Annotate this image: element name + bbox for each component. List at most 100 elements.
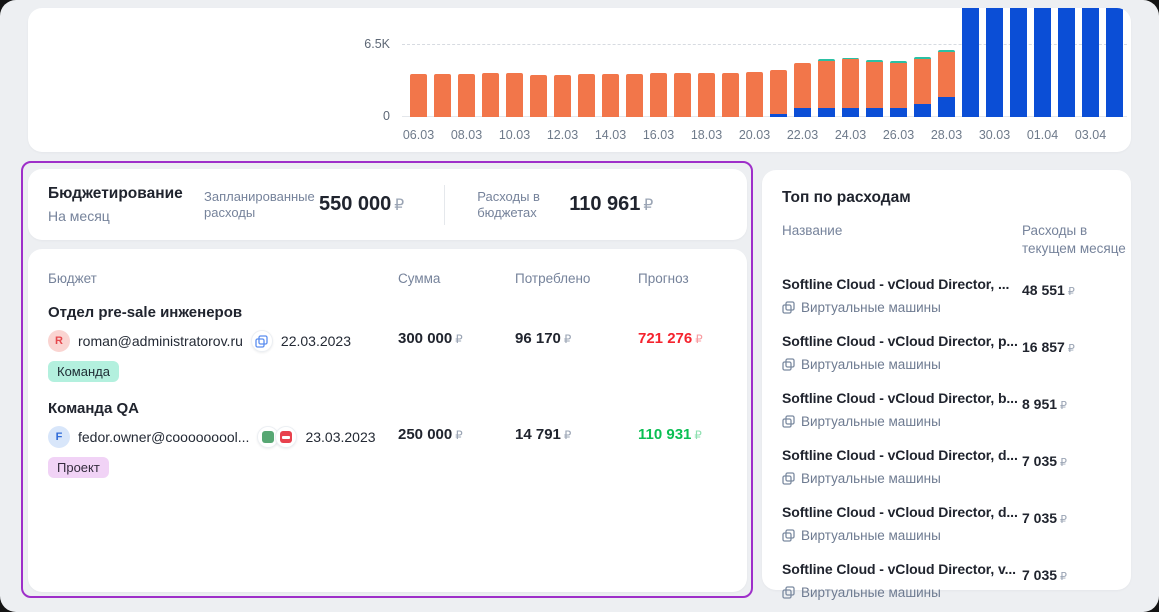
budget-forecast: 721 276₽	[638, 330, 727, 382]
chart-bar	[1058, 8, 1075, 117]
chart-bar	[866, 60, 883, 117]
y-axis-tick-zero: 0	[346, 109, 390, 123]
chart-bar	[1106, 8, 1123, 117]
amount-number: 16 857	[1022, 339, 1065, 355]
service-subtitle: Виртуальные машины	[782, 357, 1022, 372]
budgets-table-card: Бюджет Сумма Потреблено Прогноз Отдел pr…	[28, 249, 747, 592]
top-expenses-header: Название Расходы в текущем месяце	[782, 222, 1111, 258]
x-axis-tick: 12.03	[539, 128, 587, 142]
budgeting-title: Бюджетирование	[48, 185, 198, 203]
chart-bar-segment-blue	[914, 104, 931, 117]
service-name: Softline Cloud - vCloud Director, p...	[782, 332, 1022, 351]
ruble-sign: ₽	[564, 429, 571, 442]
chart-bar	[602, 74, 619, 117]
budget-date: 23.03.2023	[305, 429, 375, 445]
top-expense-row[interactable]: Softline Cloud - vCloud Director, b...Ви…	[782, 389, 1111, 429]
budget-name: Команда QA	[48, 399, 398, 419]
top-expense-main: Softline Cloud - vCloud Director, d...Ви…	[782, 446, 1022, 486]
copy-icon[interactable]	[251, 330, 273, 352]
top-expense-row[interactable]: Softline Cloud - vCloud Director, p... Ви…	[782, 332, 1111, 372]
service-month-expense: 7 035₽	[1022, 510, 1111, 543]
chart-bar	[1082, 8, 1099, 117]
top-expense-row[interactable]: Softline Cloud - vCloud Director, d...Ви…	[782, 503, 1111, 543]
budget-row[interactable]: Команда QAFfedor.owner@cooooooool...23.0…	[48, 399, 727, 478]
ruble-sign: ₽	[394, 197, 404, 214]
top-expense-main: Softline Cloud - vCloud Director, ...Вир…	[782, 275, 1022, 315]
chart-bar-segment-orange	[698, 73, 715, 117]
x-axis-tick: 28.03	[923, 128, 971, 142]
amount-number: 7 035	[1022, 510, 1057, 526]
ruble-sign: ₽	[643, 197, 653, 214]
amount-number: 250 000	[398, 426, 452, 443]
col-header-forecast: Прогноз	[638, 271, 727, 286]
service-subtitle: Виртуальные машины	[782, 300, 1022, 315]
chart-bar-segment-blue	[818, 108, 835, 117]
budget-tag[interactable]: Команда	[48, 361, 119, 382]
service-name: Softline Cloud - vCloud Director, d...	[782, 446, 1022, 465]
planned-expenses-label: Запланированные расходы	[204, 189, 309, 221]
chart-bar	[1010, 8, 1027, 117]
amount-number: 14 791	[515, 426, 561, 443]
amount-number: 7 035	[1022, 453, 1057, 469]
budget-amount: 300 000₽	[398, 330, 515, 382]
col-header-month-expenses: Расходы в текущем месяце	[1022, 222, 1140, 258]
top-expense-row[interactable]: Softline Cloud - vCloud Director, v...Ви…	[782, 560, 1111, 600]
budget-consumed: 96 170₽	[515, 330, 638, 382]
chart-bar	[626, 74, 643, 117]
budget-row[interactable]: Отдел pre-sale инженеровRroman@administr…	[48, 303, 727, 382]
chart-bar	[650, 73, 667, 117]
budget-tag[interactable]: Проект	[48, 457, 109, 478]
top-expense-row[interactable]: Softline Cloud - vCloud Director, ...Вир…	[782, 275, 1111, 315]
service-month-expense: 7 035₽	[1022, 567, 1111, 600]
x-axis-tick: 20.03	[731, 128, 779, 142]
service-subtitle: Виртуальные машины	[782, 414, 1022, 429]
chart-bar-segment-orange	[602, 74, 619, 117]
budgeting-period[interactable]: На месяц	[48, 208, 198, 224]
col-header-budget: Бюджет	[48, 271, 398, 286]
x-axis-tick: 01.04	[1019, 128, 1067, 142]
budgets-table-body: Отдел pre-sale инженеровRroman@administr…	[48, 303, 727, 478]
chart-plot: 06.0308.0310.0312.0314.0316.0318.0320.03…	[410, 8, 1131, 152]
top-expense-row[interactable]: Softline Cloud - vCloud Director, d...Ви…	[782, 446, 1111, 486]
x-axis-tick: 30.03	[971, 128, 1019, 142]
chart-bar-segment-orange	[722, 73, 739, 117]
chart-bar-segment-blue	[1106, 8, 1123, 117]
chart-bar-segment-orange	[650, 73, 667, 117]
chart-bar	[938, 50, 955, 117]
chart-bar	[914, 57, 931, 117]
budgets-table-header: Бюджет Сумма Потреблено Прогноз	[48, 271, 727, 286]
amount-number: 96 170	[515, 330, 561, 347]
chart-bar	[962, 8, 979, 117]
chart-bar-segment-orange	[506, 73, 523, 117]
chart-bar-segment-orange	[554, 75, 571, 117]
y-axis-tick-65k: 6.5K	[346, 37, 390, 51]
chart-bar-segment-orange	[458, 74, 475, 117]
chart-bar-segment-blue	[842, 108, 859, 117]
budget-amount: 250 000₽	[398, 426, 515, 478]
col-header-amount: Сумма	[398, 271, 515, 286]
col-header-name: Название	[782, 222, 1022, 258]
budget-tagline: Команда	[48, 361, 398, 382]
top-expenses-title: Топ по расходам	[782, 189, 1111, 207]
chart-bar	[1034, 8, 1051, 117]
service-type-label: Виртуальные машины	[801, 528, 941, 543]
ruble-sign: ₽	[694, 429, 701, 442]
ruble-sign: ₽	[1060, 571, 1067, 583]
chart-bar	[770, 70, 787, 117]
ruble-sign: ₽	[1068, 286, 1075, 298]
x-axis-tick: 10.03	[491, 128, 539, 142]
chart-bar	[482, 73, 499, 117]
ruble-sign: ₽	[564, 333, 571, 346]
amount-number: 300 000	[398, 330, 452, 347]
chart-bar-segment-blue	[1010, 8, 1027, 117]
ruble-sign: ₽	[455, 333, 462, 346]
chart-bar-segment-orange	[674, 73, 691, 117]
service-subtitle: Виртуальные машины	[782, 585, 1022, 600]
col-header-consumed: Потреблено	[515, 271, 638, 286]
amount-number: 110 931	[638, 426, 691, 443]
openstack-icon[interactable]	[275, 426, 297, 448]
expenses-chart-card: 6.5K 0 06.0308.0310.0312.0314.0316.0318.…	[28, 8, 1131, 152]
chart-bar-segment-blue	[794, 108, 811, 117]
x-axis-tick: 16.03	[635, 128, 683, 142]
budget-cell-main: Команда QAFfedor.owner@cooooooool...23.0…	[48, 399, 398, 478]
